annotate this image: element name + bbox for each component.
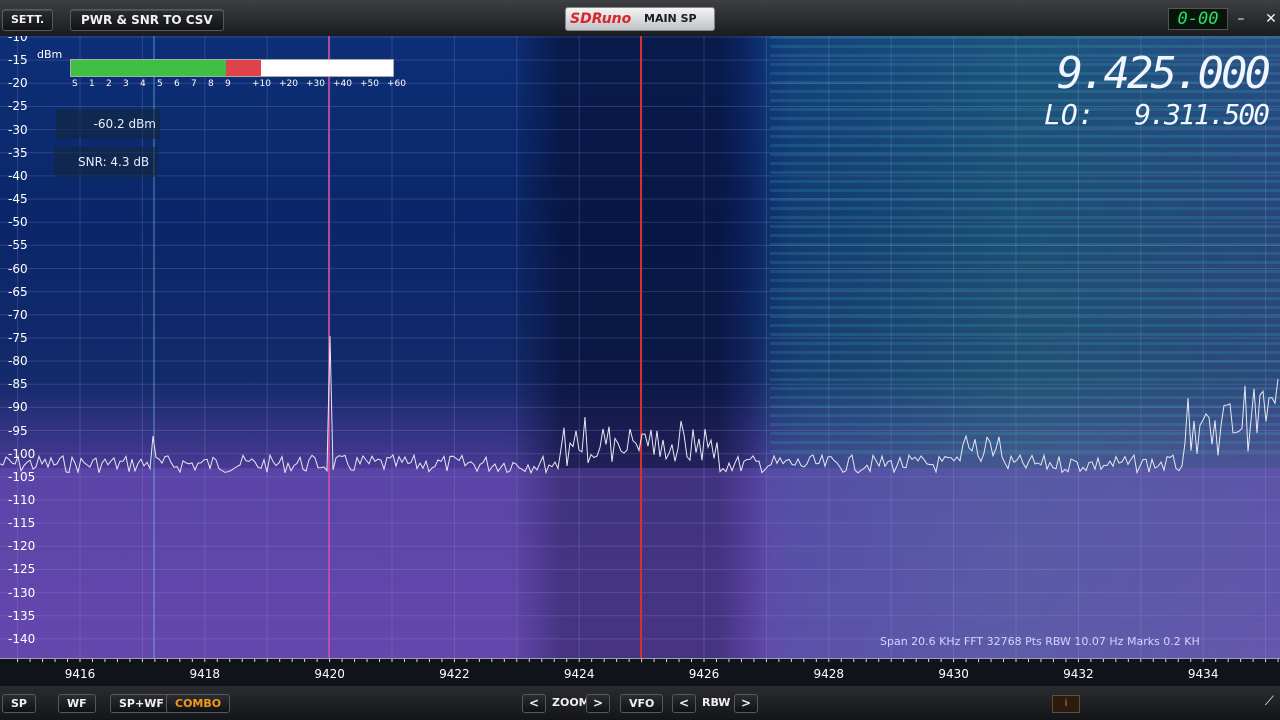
s-meter-scale-label: 6	[174, 79, 180, 89]
s-meter-scale-label: 4	[140, 79, 146, 89]
y-axis-label: -120	[8, 539, 36, 554]
rbw-increase-button[interactable]: >	[734, 694, 759, 713]
y-axis-label: -20	[8, 76, 28, 91]
resize-corner-icon[interactable]: ⟋	[1265, 694, 1274, 709]
x-axis-label: 9426	[688, 667, 720, 681]
y-axis-label: -100	[8, 446, 36, 461]
dbm-unit-label: dBm	[37, 48, 63, 61]
y-axis-label: -45	[8, 192, 28, 207]
sdruno-logo: SDRuno	[570, 11, 632, 27]
y-axis-label: -70	[8, 307, 28, 322]
s-meter-scale-label: S	[72, 79, 78, 89]
s-meter-bar	[70, 59, 394, 77]
combo-mode-button[interactable]: COMBO	[166, 694, 231, 713]
s-meter-scale-label: 3	[123, 79, 129, 89]
y-axis-label: -85	[8, 377, 28, 392]
spectrum-waterfall-view[interactable]: -10 -15 -20 -25 -30 -35 -40 -45 -50 -55 -60 -65 -70 -…	[0, 36, 1280, 658]
s-meter-scale-label: 9	[225, 79, 231, 89]
info-icon[interactable]: i	[1052, 695, 1080, 713]
power-readout: -60.2 dBm	[56, 109, 160, 139]
y-axis-label: -135	[8, 608, 36, 623]
export-pwr-snr-csv-button[interactable]: PWR & SNR TO CSV	[70, 9, 224, 31]
settings-button[interactable]: SETT.	[2, 9, 54, 31]
y-axis-label: -15	[8, 53, 28, 68]
x-axis-label: 9422	[439, 667, 470, 681]
vfo-button[interactable]: VFO	[620, 694, 664, 713]
y-axis-label: -65	[8, 284, 28, 299]
y-axis-label: -60	[8, 261, 28, 276]
s-meter-green-fill	[71, 60, 226, 76]
lo-label: LO:	[1044, 98, 1095, 131]
y-axis-label: -75	[8, 330, 28, 345]
s-meter-scale-label: +60	[387, 79, 406, 89]
y-axis-label: -10	[8, 36, 28, 44]
bottom-toolbar: SP WF SP+WF COMBO < ZOOM > VFO < RBW > i…	[0, 686, 1280, 720]
close-icon[interactable]: ✕	[1260, 10, 1280, 28]
s-meter-scale-label: 7	[191, 79, 197, 89]
window-title-box: SDRuno MAIN SP	[565, 7, 715, 31]
y-axis-label: -115	[8, 516, 36, 531]
x-axis-label: 9424	[563, 667, 595, 681]
axis-ticks	[17, 659, 1279, 662]
y-axis-label: -30	[8, 122, 28, 137]
s-meter-scale-label: +10	[252, 79, 271, 89]
lo-frequency-display[interactable]: 9.311.500	[1134, 98, 1270, 131]
y-axis-label: -110	[8, 493, 36, 507]
s-meter-scale-label: +50	[360, 79, 379, 89]
sdruno-main-sp-window: SETT. PWR & SNR TO CSV SDRuno MAIN SP 0-…	[0, 0, 1280, 720]
sp-wf-mode-button[interactable]: SP+WF	[110, 694, 173, 713]
x-axis-label: 9428	[813, 667, 845, 681]
y-axis-label: -130	[8, 585, 36, 600]
y-axis-label: -50	[8, 215, 28, 230]
snr-readout: SNR: 4.3 dB	[54, 147, 158, 177]
y-axis-label: -105	[8, 469, 36, 484]
s-meter-scale-label: 5	[157, 79, 163, 89]
x-axis-label: 9416	[64, 667, 96, 681]
y-axis-label: -80	[8, 354, 28, 369]
wf-mode-button[interactable]: WF	[58, 694, 96, 713]
spectrum-trace	[0, 335, 1279, 475]
span-fft-rbw-status: Span 20.6 KHz FFT 32768 Pts RBW 10.07 Hz…	[880, 635, 1200, 648]
sp-mode-button[interactable]: SP	[2, 694, 36, 713]
clock-display: 0-00	[1168, 8, 1228, 30]
title-bar: SETT. PWR & SNR TO CSV SDRuno MAIN SP 0-…	[0, 0, 1280, 37]
y-axis-label: -125	[8, 562, 36, 577]
y-axis-label: -140	[8, 631, 36, 646]
frequency-axis: 9416 9418 9420 9422 9424 9426 9428 9430 9432 9434	[0, 658, 1280, 687]
y-axis-label: -25	[8, 99, 28, 114]
s-meter-scale-label: +40	[333, 79, 352, 89]
window-title: MAIN SP	[644, 12, 697, 25]
s-meter-scale-label: 1	[89, 79, 95, 89]
x-axis-label: 9420	[314, 667, 345, 681]
s-meter-scale-label: 2	[106, 79, 112, 89]
x-axis-label: 9432	[1063, 667, 1094, 681]
x-axis-label: 9434	[1187, 667, 1219, 681]
y-axis-label: -90	[8, 400, 28, 415]
s-meter-scale-label: +30	[306, 79, 325, 89]
y-axis-label: -40	[8, 168, 28, 183]
y-axis-label: -95	[8, 423, 28, 438]
rbw-decrease-button[interactable]: <	[672, 694, 697, 713]
zoom-in-button[interactable]: >	[586, 694, 611, 713]
s-meter-scale-label: +20	[279, 79, 298, 89]
s-meter-scale-label: 8	[208, 79, 214, 89]
minimize-icon[interactable]: –	[1230, 10, 1252, 28]
y-axis-label: -55	[8, 238, 28, 253]
s-meter-red-fill	[225, 60, 261, 76]
y-axis-label: -35	[8, 145, 28, 160]
rbw-label: RBW	[702, 696, 731, 709]
x-axis-label: 9418	[189, 667, 221, 681]
main-frequency-display[interactable]: 9.425.000	[1057, 48, 1271, 99]
zoom-out-button[interactable]: <	[522, 694, 547, 713]
x-axis-label: 9430	[938, 667, 969, 681]
